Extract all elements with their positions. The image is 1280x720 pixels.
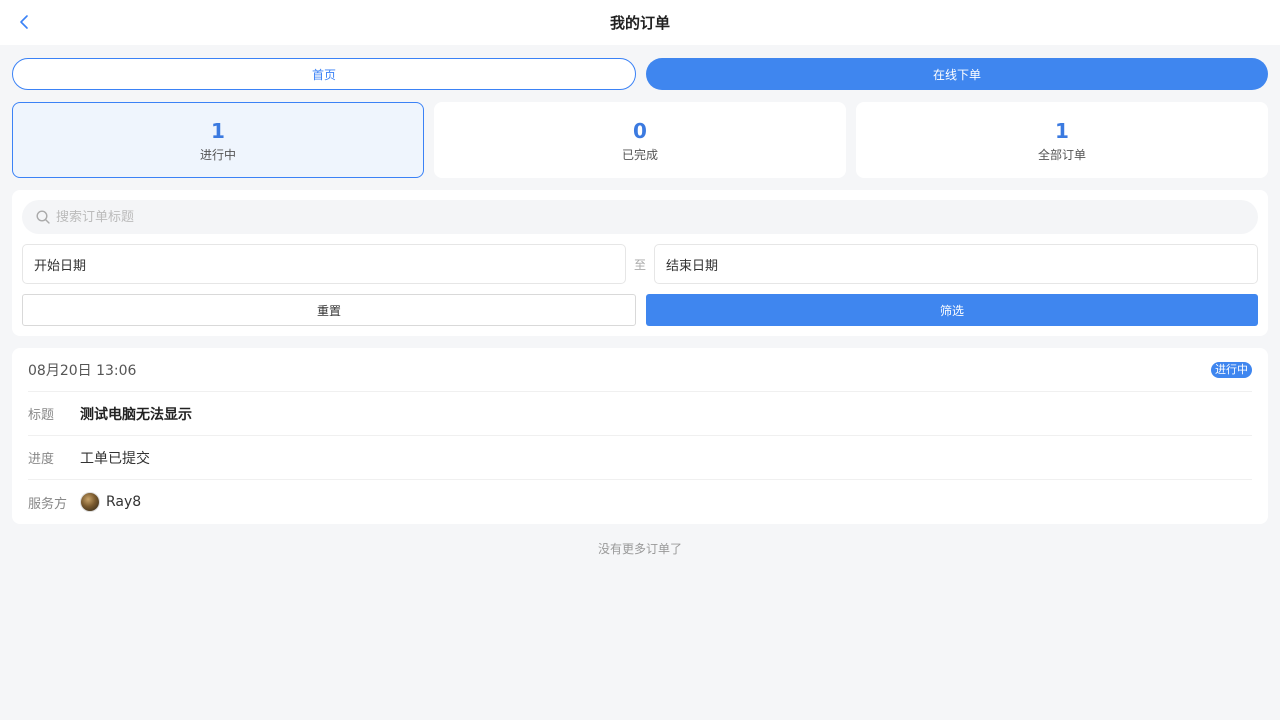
date-range: 开始日期 至 结束日期 — [22, 244, 1258, 284]
search-input[interactable] — [56, 209, 1236, 225]
order-provider-row: 服务方 Ray8 — [28, 480, 1252, 524]
order-card[interactable]: 08月20日 13:06 进行中 标题 测试电脑无法显示 进度 工单已提交 服务… — [12, 348, 1268, 524]
filter-buttons: 重置 筛选 — [22, 294, 1258, 326]
order-progress-row: 进度 工单已提交 — [28, 436, 1252, 480]
progress-label: 进度 — [28, 452, 55, 467]
action-row: 首页 在线下单 — [12, 58, 1268, 90]
order-title-row: 标题 测试电脑无法显示 — [28, 392, 1252, 436]
stat-count: 0 — [633, 118, 647, 143]
filter-panel: 开始日期 至 结束日期 重置 筛选 — [12, 190, 1268, 336]
start-date-field[interactable]: 开始日期 — [22, 244, 626, 284]
avatar — [80, 492, 100, 512]
top-bar: 我的订单 — [0, 0, 1280, 45]
stat-label: 全部订单 — [1037, 147, 1086, 162]
order-header: 08月20日 13:06 进行中 — [28, 348, 1252, 392]
provider-label: 服务方 — [28, 496, 68, 512]
title-label: 标题 — [28, 408, 55, 423]
chevron-left-icon — [20, 15, 28, 29]
date-separator: 至 — [633, 257, 646, 272]
back-button[interactable] — [14, 12, 34, 32]
stat-count: 1 — [1055, 118, 1069, 143]
search-box[interactable] — [22, 200, 1258, 234]
search-icon — [36, 210, 50, 224]
stat-card-in-progress[interactable]: 1 进行中 — [12, 102, 424, 178]
stat-label: 已完成 — [621, 147, 658, 162]
filter-button[interactable]: 筛选 — [646, 294, 1258, 326]
no-more-orders-text: 没有更多订单了 — [597, 542, 682, 556]
reset-button[interactable]: 重置 — [22, 294, 636, 326]
order-time: 08月20日 13:06 — [28, 362, 137, 379]
stat-count: 1 — [211, 118, 225, 143]
order-title: 测试电脑无法显示 — [80, 406, 192, 423]
provider-name: Ray8 — [106, 494, 142, 510]
online-order-button[interactable]: 在线下单 — [646, 58, 1268, 90]
stat-card-completed[interactable]: 0 已完成 — [434, 102, 846, 178]
order-progress: 工单已提交 — [80, 450, 150, 467]
order-stats: 1 进行中 0 已完成 1 全部订单 — [12, 102, 1268, 178]
home-button[interactable]: 首页 — [12, 58, 636, 90]
page-title: 我的订单 — [609, 14, 670, 32]
end-date-field[interactable]: 结束日期 — [654, 244, 1258, 284]
status-badge: 进行中 — [1211, 361, 1252, 378]
stat-card-all-orders[interactable]: 1 全部订单 — [856, 102, 1268, 178]
stat-label: 进行中 — [199, 147, 236, 162]
